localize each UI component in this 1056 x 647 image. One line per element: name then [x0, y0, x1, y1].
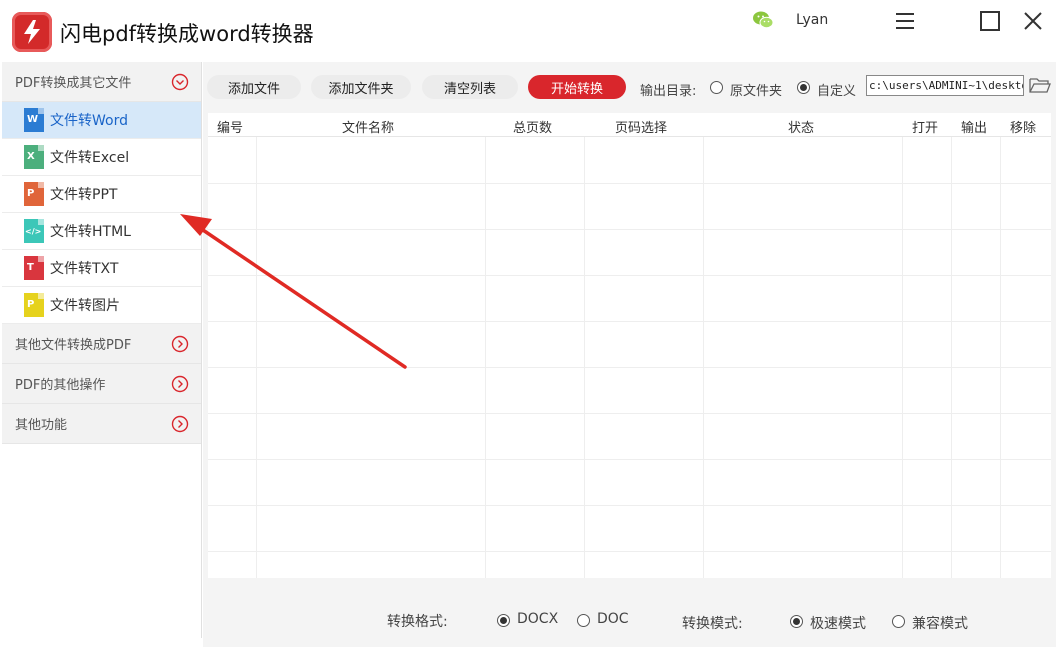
annotation-arrow	[180, 214, 407, 369]
